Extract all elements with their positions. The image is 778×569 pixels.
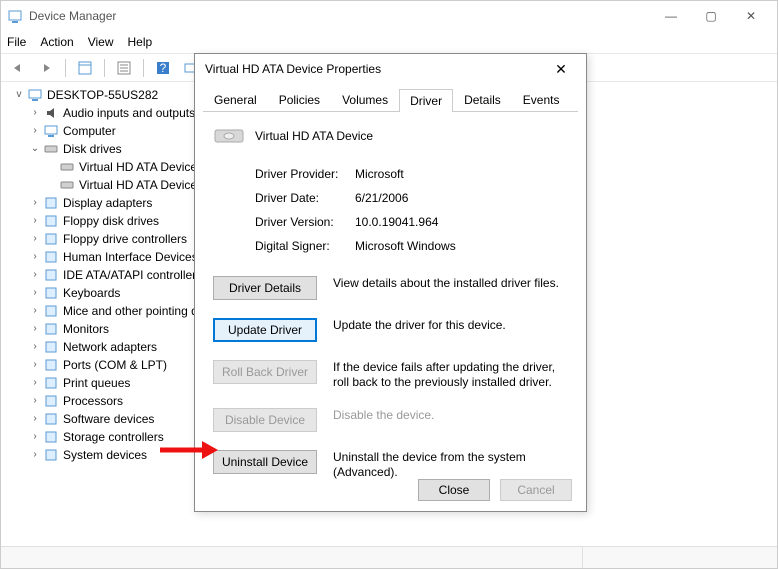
category-icon <box>43 339 59 355</box>
device-name: Virtual HD ATA Device <box>255 129 373 143</box>
tree-item-label: Software devices <box>63 410 154 428</box>
category-icon <box>43 303 59 319</box>
nav-forward-icon[interactable] <box>35 57 57 79</box>
tab-events[interactable]: Events <box>512 88 571 111</box>
tree-item-label: Floppy drive controllers <box>63 230 187 248</box>
tree-item-label: Display adapters <box>63 194 152 212</box>
disable-device-button: Disable Device <box>213 408 317 432</box>
window-title: Device Manager <box>29 9 651 23</box>
menu-help[interactable]: Help <box>128 35 153 49</box>
nav-back-icon[interactable] <box>7 57 29 79</box>
window-maximize[interactable]: ▢ <box>691 3 731 29</box>
driver-version-label: Driver Version: <box>255 215 355 229</box>
tree-item-label: Monitors <box>63 320 109 338</box>
tree-item-label: IDE ATA/ATAPI controllers <box>63 266 202 284</box>
category-icon <box>43 429 59 445</box>
toolbar-properties-icon[interactable] <box>113 57 135 79</box>
driver-version-value: 10.0.19041.964 <box>355 215 438 229</box>
uninstall-device-desc: Uninstall the device from the system (Ad… <box>333 450 568 480</box>
tree-item-label: Virtual HD ATA Device <box>79 176 197 194</box>
category-icon <box>43 285 59 301</box>
tree-root-label: DESKTOP-55US282 <box>47 86 158 104</box>
tree-item-label: Ports (COM & LPT) <box>63 356 167 374</box>
tree-item-label: Disk drives <box>63 140 122 158</box>
roll-back-driver-desc: If the device fails after updating the d… <box>333 360 568 390</box>
driver-date-label: Driver Date: <box>255 191 355 205</box>
uninstall-device-button[interactable]: Uninstall Device <box>213 450 317 474</box>
category-icon <box>43 411 59 427</box>
tab-general[interactable]: General <box>203 88 268 111</box>
tree-item-label: Floppy disk drives <box>63 212 159 230</box>
category-icon <box>43 123 59 139</box>
category-icon <box>43 105 59 121</box>
properties-dialog: Virtual HD ATA Device Properties ✕ Gener… <box>194 53 587 512</box>
category-icon <box>43 357 59 373</box>
driver-date-value: 6/21/2006 <box>355 191 408 205</box>
disk-drive-icon <box>213 124 245 148</box>
dialog-close-button[interactable]: ✕ <box>546 55 576 83</box>
cancel-button: Cancel <box>500 479 572 501</box>
tree-item-label: Keyboards <box>63 284 120 302</box>
menu-view[interactable]: View <box>88 35 114 49</box>
menu-action[interactable]: Action <box>40 35 73 49</box>
tree-item-label: Virtual HD ATA Device <box>79 158 197 176</box>
toolbar-help-icon[interactable]: ? <box>152 57 174 79</box>
menubar: File Action View Help <box>1 31 777 53</box>
disk-drive-icon <box>59 177 75 193</box>
tree-item-label: Network adapters <box>63 338 157 356</box>
computer-icon <box>27 87 43 103</box>
tab-policies[interactable]: Policies <box>268 88 331 111</box>
category-icon <box>43 447 59 463</box>
tree-item-label: Computer <box>63 122 116 140</box>
category-icon <box>43 213 59 229</box>
tree-item-label: Audio inputs and outputs <box>63 104 195 122</box>
menu-file[interactable]: File <box>7 35 26 49</box>
tree-item-label: System devices <box>63 446 147 464</box>
dialog-title: Virtual HD ATA Device Properties <box>205 62 546 76</box>
category-icon <box>43 231 59 247</box>
category-icon <box>43 195 59 211</box>
category-icon <box>43 375 59 391</box>
category-icon <box>43 267 59 283</box>
window-close[interactable]: ✕ <box>731 3 771 29</box>
tree-item-label: Processors <box>63 392 123 410</box>
tree-item-label: Storage controllers <box>63 428 164 446</box>
tab-volumes[interactable]: Volumes <box>331 88 399 111</box>
disk-drive-icon <box>59 159 75 175</box>
tab-details[interactable]: Details <box>453 88 512 111</box>
window-minimize[interactable]: — <box>651 3 691 29</box>
app-icon <box>7 8 23 24</box>
status-bar <box>1 546 777 568</box>
update-driver-desc: Update the driver for this device. <box>333 318 568 333</box>
digital-signer-label: Digital Signer: <box>255 239 355 253</box>
category-icon <box>43 393 59 409</box>
dialog-tabs: General Policies Volumes Driver Details … <box>203 88 578 112</box>
driver-details-desc: View details about the installed driver … <box>333 276 568 291</box>
driver-provider-label: Driver Provider: <box>255 167 355 181</box>
disable-device-desc: Disable the device. <box>333 408 568 423</box>
driver-details-button[interactable]: Driver Details <box>213 276 317 300</box>
tree-item-label: Human Interface Devices <box>63 248 198 266</box>
driver-provider-value: Microsoft <box>355 167 404 181</box>
category-icon <box>43 141 59 157</box>
close-button[interactable]: Close <box>418 479 490 501</box>
category-icon <box>43 321 59 337</box>
digital-signer-value: Microsoft Windows <box>355 239 456 253</box>
category-icon <box>43 249 59 265</box>
svg-text:?: ? <box>160 61 167 75</box>
update-driver-button[interactable]: Update Driver <box>213 318 317 342</box>
tree-item-label: Print queues <box>63 374 130 392</box>
roll-back-driver-button: Roll Back Driver <box>213 360 317 384</box>
toolbar-view-icon[interactable] <box>74 57 96 79</box>
tab-driver[interactable]: Driver <box>399 89 453 112</box>
